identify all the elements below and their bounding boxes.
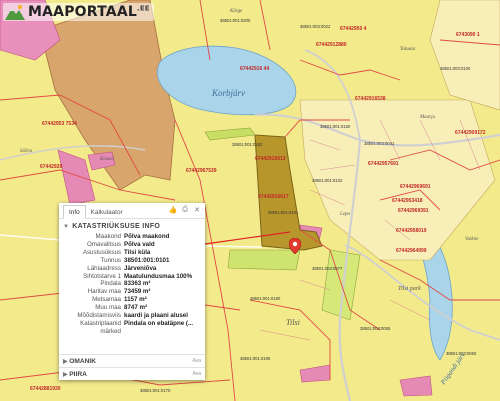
parcel-code: 38501:001:0195 bbox=[240, 356, 271, 361]
parcel-code: 38501:003:0077 bbox=[312, 266, 343, 271]
close-icon[interactable]: ✕ bbox=[193, 206, 201, 214]
info-row: Metsamaa 1157 m² bbox=[92, 296, 147, 304]
place-label-tilsi-park: Tilsi park bbox=[398, 286, 421, 292]
info-row: Tunnus 38501:001:0101 bbox=[100, 256, 170, 264]
parcel-code: 38501:001:0180 bbox=[250, 296, 281, 301]
popup-tabs: Info Kalkulaator 👍 ⎙ ✕ bbox=[59, 203, 205, 219]
parcel-label: 67442928 bbox=[40, 164, 62, 170]
popup-tools: 👍 ⎙ ✕ bbox=[169, 206, 201, 214]
section-piira[interactable]: ▶ PIIRA Ava bbox=[59, 367, 205, 380]
tab-info[interactable]: Info bbox=[63, 205, 86, 219]
section-omanik[interactable]: ▶ OMANIK Ava bbox=[59, 354, 205, 367]
parcel-label: 67442967539 bbox=[186, 168, 217, 174]
info-table: Maakond Põlva maakond Omavalitsus Põlva va… bbox=[63, 233, 201, 336]
place-label-sooru: Sõõru bbox=[20, 149, 32, 154]
piira-more-link[interactable]: Ava bbox=[192, 371, 201, 377]
caret-down-icon: ▼ bbox=[63, 223, 70, 230]
parcel-label: 6743090 1 bbox=[456, 32, 480, 38]
parcel-code: 38501:003:0100 bbox=[440, 66, 471, 71]
place-label-maarja: Maarja bbox=[419, 115, 436, 120]
info-row: Katastriplaanid märked Pindala on ebatäpn… bbox=[80, 319, 194, 335]
logo-title: MAAPORTAAL.EE bbox=[28, 4, 150, 20]
info-row: Mõõdistamisviis kaardi ja plaani alusel bbox=[77, 312, 188, 320]
omanik-more-link[interactable]: Ava bbox=[192, 358, 201, 364]
parcel-code: 38501:001:0200 bbox=[220, 18, 251, 23]
info-row: Haritav maa 73459 m² bbox=[87, 288, 151, 296]
parcel-info-popup: Info Kalkulaator 👍 ⎙ ✕ ▼ KATASTRIÜKSUSE … bbox=[59, 203, 205, 380]
parcel-label: 67442953 7534 bbox=[42, 121, 77, 127]
parcel-label: 67442916538 bbox=[355, 96, 386, 102]
parcel-label: 67442909172 bbox=[455, 130, 486, 136]
parcel-code: 38501:001:0182 bbox=[232, 142, 263, 147]
place-label-kraavi: Kraavi bbox=[99, 157, 115, 162]
info-row: Lähiaadress Järveniõva bbox=[87, 264, 157, 272]
parcel-label: 67442916 44 bbox=[240, 66, 269, 72]
parcel-code: 38501:001:0102 bbox=[312, 178, 343, 183]
like-icon[interactable]: 👍 bbox=[169, 206, 178, 214]
place-label-lepa: Lepa bbox=[339, 212, 351, 217]
parcel-code: 38501:003:0022 bbox=[300, 24, 331, 29]
place-label-tilsi: Tilsi bbox=[286, 318, 300, 327]
parcel-label: 67442916613 bbox=[255, 156, 286, 162]
parcel-label: 67442969691 bbox=[400, 184, 431, 190]
tab-kalkulaator[interactable]: Kalkulaator bbox=[86, 206, 128, 218]
parcel-code: 38501:001:0150 bbox=[320, 124, 351, 129]
section-title: KATASTRIÜKSUSE INFO bbox=[72, 223, 161, 230]
parcel-code: 38501:003:0055 bbox=[360, 326, 391, 331]
maaportaal-logo[interactable]: MAAPORTAAL.EE bbox=[3, 3, 154, 21]
info-row: Maakond Põlva maakond bbox=[95, 233, 170, 240]
parcel-code: 38501:001:0101 bbox=[268, 210, 299, 215]
parcel-label: 67442912880 bbox=[316, 42, 347, 48]
mountain-logo-icon bbox=[5, 5, 25, 20]
info-row: Sihtotstarve 1 Maatulundusmaa 100% bbox=[83, 272, 193, 280]
parcel-label: 67442969391 bbox=[398, 208, 429, 214]
parcel-label: 67442953418 bbox=[392, 198, 423, 204]
parcel-label: 67442957691 bbox=[368, 161, 399, 167]
info-row: Asustusüksus Tilsi küla bbox=[82, 248, 151, 256]
section-katastriuksuse-info[interactable]: ▼ KATASTRIÜKSUSE INFO bbox=[59, 219, 205, 233]
place-label-vaikne: Vaikne bbox=[465, 237, 479, 242]
info-row: Omavalitsus Põlva vald bbox=[86, 240, 155, 248]
lake-label-korbjarv: Korbjärv bbox=[211, 88, 245, 98]
parcel-label: 67442958019 bbox=[396, 228, 427, 234]
place-label-korge: Kõrge bbox=[229, 9, 243, 14]
place-label-taluaia: Taluaia bbox=[400, 47, 416, 52]
parcel-label: 67442964999 bbox=[396, 248, 427, 254]
parcel-code: 38501:001:0170 bbox=[140, 388, 171, 393]
parcel-code: 38501:003:0041 bbox=[364, 141, 395, 146]
location-pin-icon[interactable] bbox=[289, 238, 301, 254]
parcel-label: 67442916617 bbox=[258, 194, 289, 200]
info-row: Muu maa 8747 m² bbox=[95, 304, 148, 312]
parcel-label: 67442950 4 bbox=[340, 26, 367, 32]
parcel-label: 67442881930 bbox=[30, 386, 61, 392]
print-icon[interactable]: ⎙ bbox=[181, 206, 189, 214]
info-row: Pindala 83363 m² bbox=[100, 280, 151, 288]
